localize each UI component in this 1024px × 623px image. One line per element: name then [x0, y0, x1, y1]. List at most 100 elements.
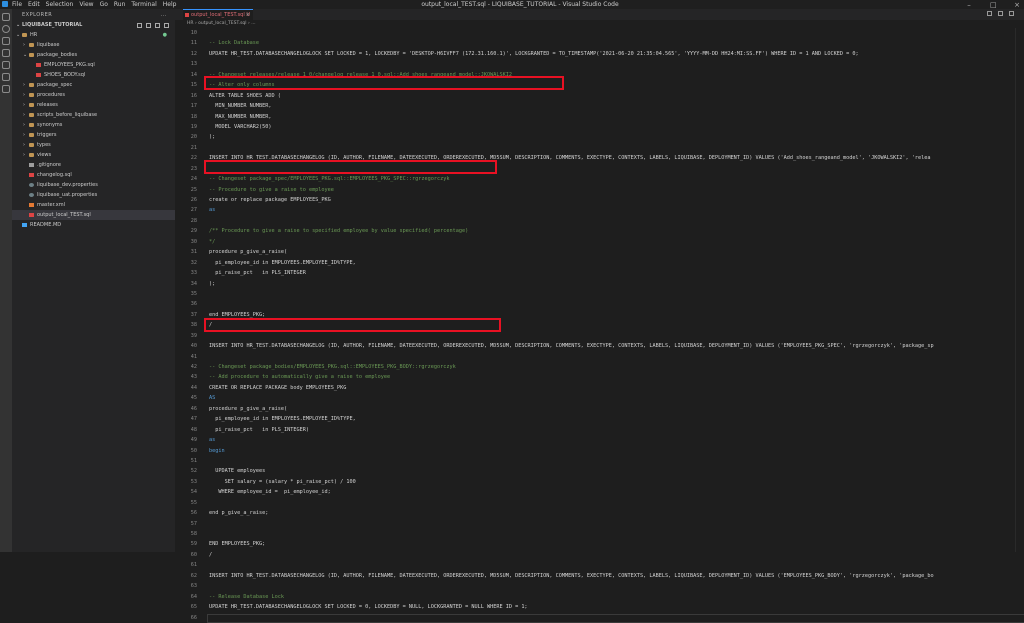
- code-line[interactable]: 28: [175, 216, 1024, 226]
- code-line[interactable]: 51: [175, 456, 1024, 466]
- code-line[interactable]: 66: [175, 613, 1024, 623]
- code-line[interactable]: 62 INSERT INTO HR_TEST.DATABASECHANGELOG …: [175, 571, 1024, 581]
- tree-folder[interactable]: › types: [12, 140, 175, 150]
- extensions-icon[interactable]: [2, 61, 10, 69]
- collapse-all-icon[interactable]: [164, 23, 169, 28]
- code-line[interactable]: 32 pi_employee_id in EMPLOYEES.EMPLOYEE_…: [175, 258, 1024, 268]
- menu-item-go[interactable]: Go: [100, 1, 108, 8]
- tree-folder[interactable]: › views: [12, 150, 175, 160]
- tree-folder[interactable]: › scripts_before_liquibase: [12, 110, 175, 120]
- code-line[interactable]: 20);: [175, 132, 1024, 142]
- tree-file[interactable]: .gitignore: [12, 160, 175, 170]
- tree-folder[interactable]: › synonyms: [12, 120, 175, 130]
- code-line[interactable]: 42 -- Changeset package_bodies/EMPLOYEES_…: [175, 362, 1024, 372]
- code-line[interactable]: 29 /** Procedure to give a raise to speci…: [175, 226, 1024, 236]
- code-line[interactable]: 50 begin: [175, 446, 1024, 456]
- minimize-icon[interactable]: –: [966, 1, 972, 8]
- code-line[interactable]: 60 /: [175, 550, 1024, 560]
- search-icon[interactable]: [2, 25, 10, 33]
- code-line[interactable]: 34);: [175, 279, 1024, 289]
- code-line[interactable]: 49 as: [175, 435, 1024, 445]
- code-line[interactable]: 31 procedure p_give_a_raise(: [175, 247, 1024, 257]
- code-line[interactable]: 30 */: [175, 237, 1024, 247]
- more-actions-icon[interactable]: ...: [161, 9, 167, 21]
- tree-folder[interactable]: › releases: [12, 100, 175, 110]
- code-line[interactable]: 39: [175, 331, 1024, 341]
- menu-item-file[interactable]: File: [12, 1, 22, 8]
- code-line[interactable]: 26 create or replace package EMPLOYEES_PK…: [175, 195, 1024, 205]
- code-line[interactable]: 54 WHERE employee_id = pi_employee_id;: [175, 487, 1024, 497]
- code-line[interactable]: 17 MIN_NUMBER NUMBER,: [175, 101, 1024, 111]
- code-line[interactable]: 47 pi_employee_id in EMPLOYEES.EMPLOYEE_…: [175, 414, 1024, 424]
- code-line[interactable]: 63: [175, 581, 1024, 591]
- tree-folder[interactable]: › liquibase: [12, 40, 175, 50]
- code-line[interactable]: 65 UPDATE HR_TEST.DATABASECHANGELOGLOCK S…: [175, 602, 1024, 612]
- code-line[interactable]: 33 pi_raise_pct in PLS_INTEGER: [175, 268, 1024, 278]
- tree-folder[interactable]: › procedures: [12, 90, 175, 100]
- code-line[interactable]: 45 AS: [175, 393, 1024, 403]
- tree-file[interactable]: EMPLOYEES_PKG.sql: [12, 60, 175, 70]
- tree-file[interactable]: liquibase_dev.properties: [12, 180, 175, 190]
- tree-folder[interactable]: › package_spec: [12, 80, 175, 90]
- tree-folder[interactable]: ⌄ HR ●: [12, 30, 175, 40]
- tab-output-local-test[interactable]: output_local_TEST.sql U ×: [183, 9, 253, 20]
- code-line[interactable]: 58: [175, 529, 1024, 539]
- close-icon[interactable]: ×: [1014, 1, 1020, 8]
- code-line[interactable]: 43 -- Add procedure to automatically give…: [175, 372, 1024, 382]
- menu-item-terminal[interactable]: Terminal: [131, 1, 156, 8]
- tree-folder[interactable]: › triggers: [12, 130, 175, 140]
- code-line[interactable]: 13: [175, 59, 1024, 69]
- maximize-icon[interactable]: □: [990, 1, 997, 8]
- code-line[interactable]: 27 as: [175, 205, 1024, 215]
- code-line[interactable]: 59 END EMPLOYEES_PKG;: [175, 539, 1024, 549]
- menu-item-view[interactable]: View: [79, 1, 93, 8]
- code-line[interactable]: 48 pi_raise_pct in PLS_INTEGER): [175, 425, 1024, 435]
- project-row[interactable]: ⌄ LIQUIBASE_TUTORIAL: [12, 21, 175, 30]
- tree-file[interactable]: master.xml: [12, 200, 175, 210]
- code-line[interactable]: 52 UPDATE employees: [175, 466, 1024, 476]
- code-line[interactable]: 40 INSERT INTO HR_TEST.DATABASECHANGELOG …: [175, 341, 1024, 351]
- tab-close-icon[interactable]: ×: [246, 10, 250, 20]
- code-line[interactable]: 25 -- Procedure to give a raise to employ…: [175, 185, 1024, 195]
- code-line[interactable]: 16 ALTER TABLE SHOES ADD (: [175, 91, 1024, 101]
- tree-file[interactable]: README.MD: [12, 220, 175, 230]
- code-line[interactable]: 10: [175, 28, 1024, 38]
- code-line[interactable]: 12 UPDATE HR_TEST.DATABASECHANGELOGLOCK S…: [175, 49, 1024, 59]
- breadcrumb[interactable]: HR › output_local_TEST.sql › ...: [175, 20, 1024, 28]
- new-folder-icon[interactable]: [146, 23, 151, 28]
- tree-file[interactable]: liquibase_uat.properties: [12, 190, 175, 200]
- code-line[interactable]: 53 SET salary = (salary * pi_raise_pct) …: [175, 477, 1024, 487]
- code-line[interactable]: 11 -- Lock Database: [175, 38, 1024, 48]
- run-debug-icon[interactable]: [2, 49, 10, 57]
- menu-item-run[interactable]: Run: [114, 1, 126, 8]
- remote-explorer-icon[interactable]: [2, 85, 10, 93]
- code-line[interactable]: 41: [175, 352, 1024, 362]
- code-line[interactable]: 55: [175, 498, 1024, 508]
- explorer-icon[interactable]: [2, 13, 10, 21]
- code-line[interactable]: 57: [175, 519, 1024, 529]
- menu-item-selection[interactable]: Selection: [46, 1, 74, 8]
- refresh-icon[interactable]: [155, 23, 160, 28]
- code-line[interactable]: 35: [175, 289, 1024, 299]
- menu-item-edit[interactable]: Edit: [28, 1, 40, 8]
- tree-file[interactable]: output_local_TEST.sql: [12, 210, 175, 220]
- database-icon[interactable]: [2, 73, 10, 81]
- code-line[interactable]: 21: [175, 143, 1024, 153]
- code-line[interactable]: 46 procedure p_give_a_raise(: [175, 404, 1024, 414]
- vscode-logo-icon[interactable]: [2, 1, 8, 7]
- tree-file[interactable]: SHOES_BODY.sql: [12, 70, 175, 80]
- code-line[interactable]: 18 MAX_NUMBER NUMBER,: [175, 112, 1024, 122]
- split-editor-icon[interactable]: [998, 11, 1003, 16]
- editor-scrollbar[interactable]: [1015, 28, 1024, 552]
- code-line[interactable]: 19 MODEL VARCHAR2(50): [175, 122, 1024, 132]
- code-line[interactable]: 61: [175, 560, 1024, 570]
- new-file-icon[interactable]: [137, 23, 142, 28]
- code-line[interactable]: 56 end p_give_a_raise;: [175, 508, 1024, 518]
- code-line[interactable]: 64 -- Release Database Lock: [175, 592, 1024, 602]
- code-line[interactable]: 36: [175, 299, 1024, 309]
- code-line[interactable]: 44 CREATE OR REPLACE PACKAGE body EMPLOYE…: [175, 383, 1024, 393]
- tree-folder[interactable]: ⌄ package_bodies: [12, 50, 175, 60]
- menu-item-help[interactable]: Help: [163, 1, 177, 8]
- tree-file[interactable]: changelog.sql: [12, 170, 175, 180]
- open-changes-icon[interactable]: [987, 11, 992, 16]
